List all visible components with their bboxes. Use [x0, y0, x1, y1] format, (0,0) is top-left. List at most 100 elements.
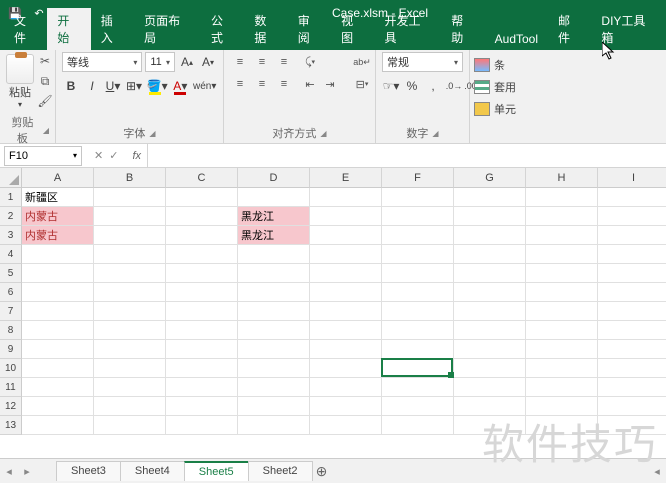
- cell-A12[interactable]: [22, 397, 94, 416]
- conditional-format-button[interactable]: 条: [474, 54, 662, 76]
- cell-F9[interactable]: [382, 340, 454, 359]
- row-header-6[interactable]: 6: [0, 283, 22, 302]
- formula-input[interactable]: [147, 144, 666, 167]
- number-format-combo[interactable]: 常规▾: [382, 52, 463, 72]
- cell-I11[interactable]: [598, 378, 666, 397]
- cell-I7[interactable]: [598, 302, 666, 321]
- cell-styles-button[interactable]: 单元: [474, 98, 662, 120]
- cell-F4[interactable]: [382, 245, 454, 264]
- align-dialog-launcher[interactable]: ◢: [320, 129, 326, 138]
- number-dialog-launcher[interactable]: ◢: [432, 129, 438, 138]
- tab-split-left[interactable]: ◂: [648, 465, 666, 478]
- tab-邮件[interactable]: 邮件: [548, 8, 591, 50]
- tab-帮助[interactable]: 帮助: [441, 8, 484, 50]
- cell-F8[interactable]: [382, 321, 454, 340]
- wrap-text-button[interactable]: ab↵: [350, 52, 374, 72]
- cell-H1[interactable]: [526, 188, 598, 207]
- tab-审阅[interactable]: 审阅: [288, 8, 331, 50]
- font-color-button[interactable]: A▾: [171, 76, 189, 96]
- row-header-2[interactable]: 2: [0, 207, 22, 226]
- decrease-indent-button[interactable]: ⇤: [300, 74, 320, 94]
- cell-E1[interactable]: [310, 188, 382, 207]
- cell-B4[interactable]: [94, 245, 166, 264]
- align-right-button[interactable]: ≡: [274, 74, 294, 94]
- cell-E3[interactable]: [310, 226, 382, 245]
- cell-I3[interactable]: [598, 226, 666, 245]
- row-header-4[interactable]: 4: [0, 245, 22, 264]
- cell-G7[interactable]: [454, 302, 526, 321]
- cell-H8[interactable]: [526, 321, 598, 340]
- cell-C9[interactable]: [166, 340, 238, 359]
- merge-button[interactable]: ⊟▾: [350, 74, 374, 94]
- cell-E4[interactable]: [310, 245, 382, 264]
- row-header-12[interactable]: 12: [0, 397, 22, 416]
- tab-数据[interactable]: 数据: [244, 8, 287, 50]
- cell-A1[interactable]: 新疆区: [22, 188, 94, 207]
- cell-A2[interactable]: 内蒙古: [22, 207, 94, 226]
- cell-C10[interactable]: [166, 359, 238, 378]
- cell-A13[interactable]: [22, 416, 94, 435]
- font-dialog-launcher[interactable]: ◢: [149, 129, 155, 138]
- row-header-3[interactable]: 3: [0, 226, 22, 245]
- cell-C11[interactable]: [166, 378, 238, 397]
- fill-color-button[interactable]: 🪣▾: [146, 76, 168, 96]
- enter-formula-button[interactable]: ✓: [109, 149, 118, 162]
- cell-B3[interactable]: [94, 226, 166, 245]
- cell-B7[interactable]: [94, 302, 166, 321]
- cell-E13[interactable]: [310, 416, 382, 435]
- font-name-combo[interactable]: 等线▾: [62, 52, 142, 72]
- cell-H12[interactable]: [526, 397, 598, 416]
- cell-B5[interactable]: [94, 264, 166, 283]
- cell-F11[interactable]: [382, 378, 454, 397]
- cell-H13[interactable]: [526, 416, 598, 435]
- cell-F5[interactable]: [382, 264, 454, 283]
- cell-E11[interactable]: [310, 378, 382, 397]
- sheet-tab-Sheet5[interactable]: Sheet5: [184, 461, 249, 481]
- tab-视图[interactable]: 视图: [331, 8, 374, 50]
- tab-文件[interactable]: 文件: [4, 8, 47, 50]
- cell-D13[interactable]: [238, 416, 310, 435]
- cell-D6[interactable]: [238, 283, 310, 302]
- cell-B1[interactable]: [94, 188, 166, 207]
- cell-H7[interactable]: [526, 302, 598, 321]
- cell-F10[interactable]: [382, 359, 454, 378]
- fx-button[interactable]: fx: [126, 150, 147, 162]
- cell-E7[interactable]: [310, 302, 382, 321]
- tab-开发工具[interactable]: 开发工具: [375, 8, 442, 50]
- cell-H2[interactable]: [526, 207, 598, 226]
- cell-D1[interactable]: [238, 188, 310, 207]
- cell-I4[interactable]: [598, 245, 666, 264]
- col-header-D[interactable]: D: [238, 168, 310, 188]
- cell-B6[interactable]: [94, 283, 166, 302]
- row-header-13[interactable]: 13: [0, 416, 22, 435]
- cell-C2[interactable]: [166, 207, 238, 226]
- cell-I9[interactable]: [598, 340, 666, 359]
- tab-开始[interactable]: 开始: [47, 8, 90, 50]
- cell-G12[interactable]: [454, 397, 526, 416]
- cell-E2[interactable]: [310, 207, 382, 226]
- cell-G13[interactable]: [454, 416, 526, 435]
- cell-G2[interactable]: [454, 207, 526, 226]
- phonetic-button[interactable]: wén▾: [192, 76, 217, 96]
- tab-DIY工具箱[interactable]: DIY工具箱: [591, 8, 666, 50]
- copy-button[interactable]: ⧉: [36, 72, 54, 90]
- cell-F2[interactable]: [382, 207, 454, 226]
- cell-C13[interactable]: [166, 416, 238, 435]
- select-all-corner[interactable]: [0, 168, 22, 188]
- cell-G8[interactable]: [454, 321, 526, 340]
- cell-C5[interactable]: [166, 264, 238, 283]
- cell-F1[interactable]: [382, 188, 454, 207]
- row-header-9[interactable]: 9: [0, 340, 22, 359]
- cell-G6[interactable]: [454, 283, 526, 302]
- cell-A6[interactable]: [22, 283, 94, 302]
- cell-H10[interactable]: [526, 359, 598, 378]
- cell-A7[interactable]: [22, 302, 94, 321]
- cell-A5[interactable]: [22, 264, 94, 283]
- italic-button[interactable]: I: [83, 76, 101, 96]
- row-header-10[interactable]: 10: [0, 359, 22, 378]
- cell-G11[interactable]: [454, 378, 526, 397]
- cell-A3[interactable]: 内蒙古: [22, 226, 94, 245]
- increase-font-button[interactable]: A▴: [178, 52, 196, 72]
- cell-I6[interactable]: [598, 283, 666, 302]
- increase-decimal-button[interactable]: .0→: [445, 76, 463, 96]
